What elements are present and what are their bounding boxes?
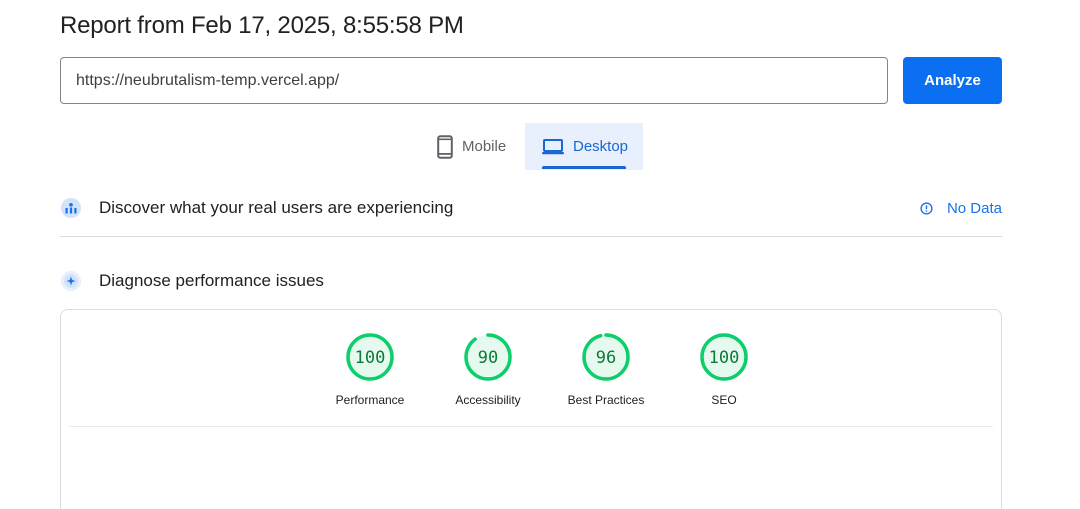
no-data-link[interactable]: No Data — [920, 200, 1002, 217]
analyze-button[interactable]: Analyze — [903, 57, 1002, 104]
smartphone-icon — [437, 134, 453, 159]
diagnose-title: Diagnose performance issues — [99, 271, 324, 290]
device-tabs: Mobile Desktop — [420, 123, 643, 170]
gauge-ring: 100 — [700, 333, 748, 381]
score-gauge-accessibility[interactable]: 90 Accessibility — [429, 332, 547, 407]
gauge-value: 100 — [355, 348, 386, 368]
gauge-ring: 90 — [464, 333, 512, 381]
tab-mobile-label: Mobile — [462, 138, 507, 155]
score-gauges: 100 Performance 90 Accessibility 96 Best… — [311, 332, 783, 407]
gauge-value: 90 — [478, 348, 498, 368]
pagespeed-page: Report from Feb 17, 2025, 8:55:58 PM Ana… — [0, 0, 1080, 509]
tab-selected-indicator — [542, 166, 626, 169]
gauge-value: 100 — [709, 348, 740, 368]
gauge-ring: 96 — [582, 333, 630, 381]
crux-title: Discover what your real users are experi… — [99, 198, 454, 217]
gauge-label: Performance — [335, 393, 405, 407]
info-icon — [920, 201, 933, 215]
scores-card: 100 Performance 90 Accessibility 96 Best… — [60, 309, 1002, 509]
gauge-ring: 100 — [346, 333, 394, 381]
users-chart-icon — [60, 197, 82, 219]
section-divider — [60, 236, 1002, 237]
diagnose-section-header: Diagnose performance issues — [60, 267, 1002, 295]
gauge-value: 96 — [596, 348, 616, 368]
score-gauge-performance[interactable]: 100 Performance — [311, 332, 429, 407]
score-gauge-best-practices[interactable]: 96 Best Practices — [547, 332, 665, 407]
card-divider — [69, 426, 993, 427]
url-input[interactable] — [60, 57, 888, 104]
tab-desktop-label: Desktop — [573, 138, 629, 155]
crux-section-header: Discover what your real users are experi… — [60, 194, 1002, 222]
gauge-label: SEO — [711, 393, 737, 407]
no-data-label: No Data — [946, 199, 1002, 217]
gauge-label: Accessibility — [455, 393, 521, 407]
score-gauge-seo[interactable]: 100 SEO — [665, 332, 783, 407]
laptop-icon — [542, 138, 564, 156]
tab-desktop[interactable]: Desktop — [525, 123, 643, 170]
report-title: Report from Feb 17, 2025, 8:55:58 PM — [60, 12, 464, 39]
gauge-label: Best Practices — [567, 393, 645, 407]
tab-mobile[interactable]: Mobile — [420, 123, 525, 170]
lighthouse-icon — [60, 270, 82, 292]
